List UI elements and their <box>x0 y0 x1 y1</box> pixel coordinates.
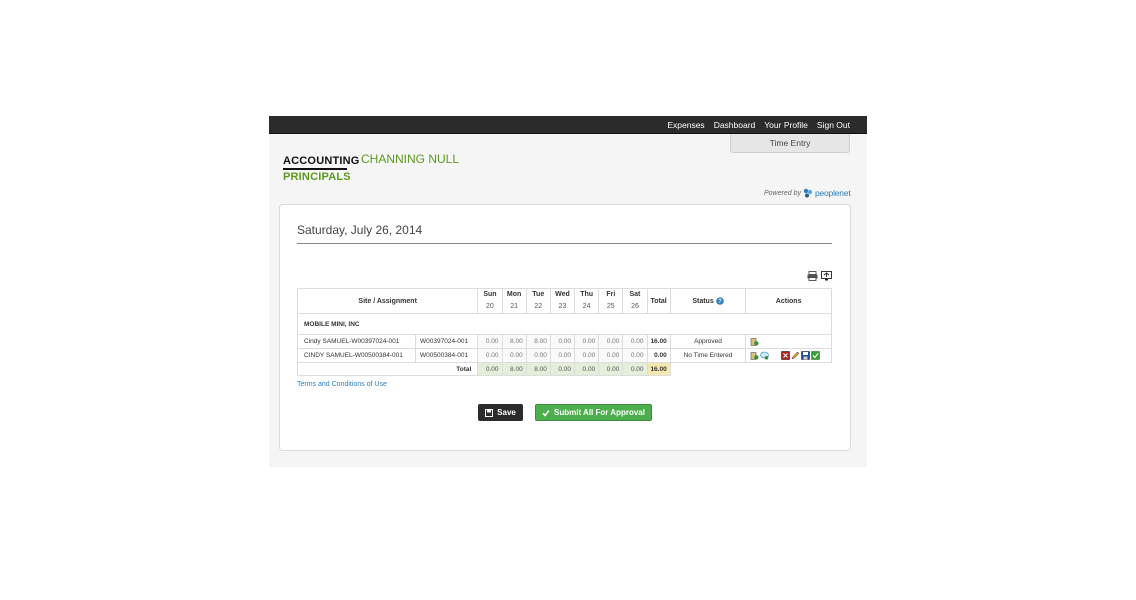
header-row: Site / Assignment Sun 20 Mon 21 Tue 22 Wed 2… <box>296 288 832 314</box>
empty-cell <box>746 363 832 376</box>
row-status: Approved <box>669 334 747 349</box>
grand-total: 16.00 <box>646 362 671 376</box>
save-button[interactable]: Save <box>478 404 523 421</box>
hours-cell[interactable]: 0.00 <box>574 334 600 349</box>
hours-cell[interactable]: 0.00 <box>549 334 576 349</box>
day-total: 8.00 <box>501 362 527 376</box>
assignment-cell: Cindy SAMUEL-W00397024-001 W00397024-001 <box>296 334 479 349</box>
day-total: 0.00 <box>477 362 503 376</box>
logo-line-1: ACCOUNTING <box>283 155 360 167</box>
timesheet-table: Site / Assignment Sun 20 Mon 21 Tue 22 Wed 2… <box>296 288 832 376</box>
powered-by: Powered by peoplenet <box>764 188 851 198</box>
order-number: W00397024-001 <box>420 338 469 345</box>
question-circle-icon[interactable]: ? <box>715 297 724 305</box>
nav-sign-out[interactable]: Sign Out <box>817 120 850 130</box>
day-header: Thu 24 <box>574 288 600 314</box>
printer-icon[interactable] <box>807 268 818 281</box>
status-header: Status ? <box>669 288 747 314</box>
peoplenet-logo-icon <box>803 188 813 198</box>
hours-cell[interactable]: 0.00 <box>574 348 600 363</box>
logo-line-2: PRINCIPALS <box>283 171 351 183</box>
table-row: CINDY SAMUEL-W00500384-001 W00500384-001… <box>296 348 832 363</box>
totals-label: Total <box>296 362 479 376</box>
app-window: Expenses Dashboard Your Profile Sign Out… <box>269 116 867 467</box>
day-header: Mon 21 <box>501 288 527 314</box>
submit-all-button-label: Submit All For Approval <box>554 408 645 417</box>
hours-cell[interactable]: 0.00 <box>622 348 648 363</box>
day-total: 0.00 <box>622 362 648 376</box>
hours-cell[interactable]: 0.00 <box>477 348 503 363</box>
day-header: Sun 20 <box>477 288 503 314</box>
day-header: Fri 25 <box>598 288 624 314</box>
hours-cell[interactable]: 0.00 <box>477 334 503 349</box>
row-total: 0.00 <box>646 348 671 363</box>
pencil-icon[interactable] <box>791 351 800 360</box>
assignment-name[interactable]: CINDY SAMUEL-W00500384-001 <box>299 349 416 362</box>
hours-cell[interactable]: 0.00 <box>549 348 576 363</box>
logo-divider <box>283 168 347 170</box>
totals-row: Total 0.00 8.00 8.00 0.00 0.00 0.00 0.00… <box>296 362 832 376</box>
terms-link[interactable]: Terms and Conditions of Use <box>297 381 387 388</box>
floppy-icon[interactable] <box>801 351 811 360</box>
hours-cell[interactable]: 0.00 <box>598 348 624 363</box>
assignment-name[interactable]: Cindy SAMUEL-W00397024-001 <box>299 335 416 348</box>
tab-time-entry[interactable]: Time Entry <box>730 134 850 153</box>
clipboard-icon[interactable] <box>750 337 759 346</box>
row-status: No Time Entered <box>669 348 747 363</box>
row-actions <box>745 348 832 363</box>
day-header: Sat 26 <box>622 288 648 314</box>
empty-cell <box>670 363 746 376</box>
hours-cell[interactable]: 8.00 <box>525 334 551 349</box>
hours-cell[interactable]: 8.00 <box>501 334 527 349</box>
peoplenet-brand: peoplenet <box>814 188 851 198</box>
checkmark-icon <box>542 409 550 417</box>
day-total: 0.00 <box>574 362 600 376</box>
order-number: W00500384-001 <box>420 352 469 359</box>
top-nav: Expenses Dashboard Your Profile Sign Out <box>667 116 850 133</box>
nav-dashboard[interactable]: Dashboard <box>714 120 756 130</box>
hours-cell[interactable]: 0.00 <box>525 348 551 363</box>
comment-icon[interactable] <box>760 351 770 360</box>
actions-header: Actions <box>745 288 832 314</box>
hours-cell[interactable]: 0.00 <box>622 334 648 349</box>
checkmark-icon[interactable] <box>811 351 821 360</box>
submit-all-button[interactable]: Submit All For Approval <box>535 404 652 421</box>
title-divider <box>297 243 832 244</box>
day-header: Wed 23 <box>549 288 576 314</box>
clipboard-icon[interactable] <box>750 351 759 360</box>
table-row: Cindy SAMUEL-W00397024-001 W00397024-001… <box>296 334 832 349</box>
total-header: Total <box>646 288 671 314</box>
user-name: CHANNING NULL <box>361 152 460 166</box>
top-navbar: Expenses Dashboard Your Profile Sign Out <box>269 116 867 134</box>
customer-name: MOBILE MINI, INC <box>297 313 832 335</box>
row-actions <box>745 334 832 349</box>
svg-text:?: ? <box>718 299 722 305</box>
status-header-label: Status <box>692 297 714 305</box>
floppy-icon <box>485 408 494 417</box>
assignment-cell: CINDY SAMUEL-W00500384-001 W00500384-001 <box>296 348 479 363</box>
day-header: Tue 22 <box>525 288 551 314</box>
site-assignment-header: Site / Assignment <box>296 288 479 314</box>
monitor-export-icon[interactable] <box>821 268 832 281</box>
hours-cell[interactable]: 0.00 <box>598 334 624 349</box>
nav-your-profile[interactable]: Your Profile <box>764 120 808 130</box>
row-total: 16.00 <box>646 334 671 349</box>
save-button-label: Save <box>497 408 516 417</box>
day-total: 0.00 <box>549 362 576 376</box>
toolbar <box>807 268 832 281</box>
day-total: 8.00 <box>525 362 551 376</box>
customer-row: MOBILE MINI, INC <box>297 313 832 335</box>
page-title: Saturday, July 26, 2014 <box>297 223 423 237</box>
day-total: 0.00 <box>598 362 624 376</box>
company-logo: ACCOUNTING PRINCIPALS <box>283 155 360 183</box>
powered-by-label: Powered by <box>764 189 801 197</box>
timesheet-panel: Saturday, July 26, 2014 Site / Assignmen… <box>279 204 851 451</box>
nav-expenses[interactable]: Expenses <box>667 120 704 130</box>
hours-cell[interactable]: 0.00 <box>501 348 527 363</box>
delete-icon[interactable] <box>781 351 791 360</box>
